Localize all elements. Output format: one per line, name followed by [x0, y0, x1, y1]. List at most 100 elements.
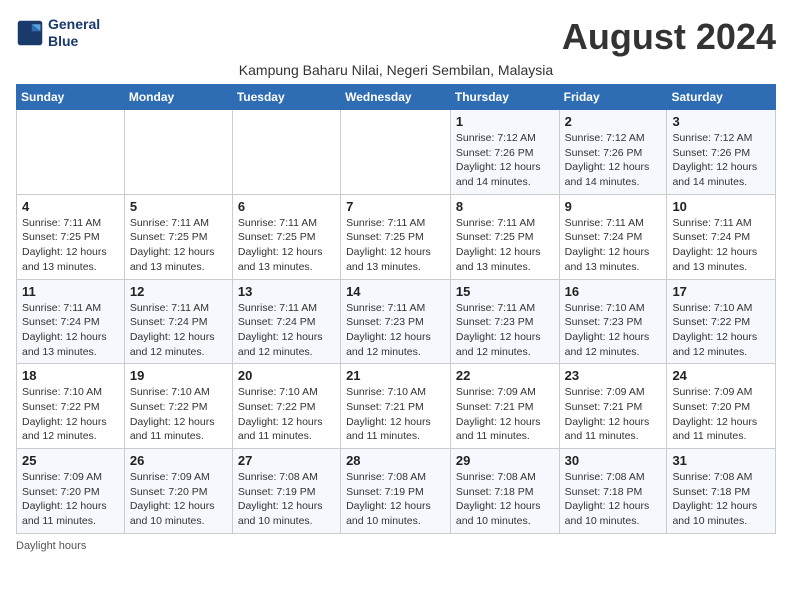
- day-info: Sunrise: 7:09 AMSunset: 7:20 PMDaylight:…: [130, 470, 227, 529]
- weekday-header-saturday: Saturday: [667, 85, 776, 110]
- weekday-header-sunday: Sunday: [17, 85, 125, 110]
- calendar-cell: 11Sunrise: 7:11 AMSunset: 7:24 PMDayligh…: [17, 279, 125, 364]
- day-info: Sunrise: 7:08 AMSunset: 7:18 PMDaylight:…: [565, 470, 662, 529]
- day-number: 31: [672, 453, 770, 468]
- calendar-cell: 7 Sunrise: 7:11 AMSunset: 7:25 PMDaylight…: [341, 194, 451, 279]
- day-number: 27: [238, 453, 335, 468]
- day-number: 3: [672, 114, 770, 129]
- logo: General Blue: [16, 16, 100, 50]
- day-info: Sunrise: 7:09 AMSunset: 7:20 PMDaylight:…: [22, 470, 119, 529]
- calendar-body: 1 Sunrise: 7:12 AMSunset: 7:26 PMDaylight…: [17, 110, 776, 534]
- calendar-cell: 14 Sunrise: 7:11 AMSunset: 7:23 PMDayligh…: [341, 279, 451, 364]
- weekday-header-friday: Friday: [559, 85, 667, 110]
- day-number: 12: [130, 284, 227, 299]
- calendar-week-row: 4 Sunrise: 7:11 AMSunset: 7:25 PMDaylight…: [17, 194, 776, 279]
- calendar-cell: 19 Sunrise: 7:10 AMSunset: 7:22 PMDayligh…: [124, 364, 232, 449]
- day-number: 6: [238, 199, 335, 214]
- calendar-header: SundayMondayTuesdayWednesdayThursdayFrid…: [17, 85, 776, 110]
- day-info: Sunrise: 7:11 AMSunset: 7:24 PMDaylight:…: [565, 216, 662, 275]
- calendar-cell: 12 Sunrise: 7:11 AMSunset: 7:24 PMDayligh…: [124, 279, 232, 364]
- day-number: 11: [22, 284, 119, 299]
- day-info: Sunrise: 7:11 AMSunset: 7:25 PMDaylight:…: [456, 216, 554, 275]
- calendar-cell: 9 Sunrise: 7:11 AMSunset: 7:24 PMDaylight…: [559, 194, 667, 279]
- calendar-cell: 27Sunrise: 7:08 AMSunset: 7:19 PMDayligh…: [232, 449, 340, 534]
- calendar-cell: [232, 110, 340, 195]
- day-info: Sunrise: 7:12 AMSunset: 7:26 PMDaylight:…: [565, 131, 662, 190]
- calendar-week-row: 25 Sunrise: 7:09 AMSunset: 7:20 PMDayligh…: [17, 449, 776, 534]
- day-number: 30: [565, 453, 662, 468]
- calendar-cell: 10Sunrise: 7:11 AMSunset: 7:24 PMDayligh…: [667, 194, 776, 279]
- weekday-header-row: SundayMondayTuesdayWednesdayThursdayFrid…: [17, 85, 776, 110]
- day-info: Sunrise: 7:11 AMSunset: 7:23 PMDaylight:…: [346, 301, 445, 360]
- calendar-cell: 20 Sunrise: 7:10 AMSunset: 7:22 PMDayligh…: [232, 364, 340, 449]
- day-info: Sunrise: 7:08 AMSunset: 7:18 PMDaylight:…: [456, 470, 554, 529]
- day-number: 28: [346, 453, 445, 468]
- calendar-cell: 24 Sunrise: 7:09 AMSunset: 7:20 PMDayligh…: [667, 364, 776, 449]
- calendar-week-row: 11 Sunrise: 7:11 AMSunset: 7:24 PMDayligh…: [17, 279, 776, 364]
- day-info: Sunrise: 7:11 AMSunset: 7:23 PMDaylight:…: [456, 301, 554, 360]
- day-info: Sunrise: 7:08 AMSunset: 7:18 PMDaylight:…: [672, 470, 770, 529]
- calendar-cell: 2Sunrise: 7:12 AMSunset: 7:26 PMDaylight…: [559, 110, 667, 195]
- day-info: Sunrise: 7:11 AMSunset: 7:25 PMDaylight:…: [130, 216, 227, 275]
- day-info: Sunrise: 7:11 AMSunset: 7:24 PMDaylight:…: [238, 301, 335, 360]
- day-info: Sunrise: 7:10 AMSunset: 7:22 PMDaylight:…: [672, 301, 770, 360]
- calendar-cell: 25 Sunrise: 7:09 AMSunset: 7:20 PMDayligh…: [17, 449, 125, 534]
- day-number: 10: [672, 199, 770, 214]
- day-info: Sunrise: 7:11 AMSunset: 7:25 PMDaylight:…: [22, 216, 119, 275]
- calendar-cell: [17, 110, 125, 195]
- day-number: 18: [22, 368, 119, 383]
- calendar-cell: 23 Sunrise: 7:09 AMSunset: 7:21 PMDayligh…: [559, 364, 667, 449]
- logo-icon: [16, 19, 44, 47]
- calendar-cell: 15 Sunrise: 7:11 AMSunset: 7:23 PMDayligh…: [450, 279, 559, 364]
- footer-note: Daylight hours: [16, 540, 776, 552]
- day-info: Sunrise: 7:10 AMSunset: 7:22 PMDaylight:…: [22, 385, 119, 444]
- calendar-week-row: 18 Sunrise: 7:10 AMSunset: 7:22 PMDayligh…: [17, 364, 776, 449]
- day-number: 15: [456, 284, 554, 299]
- day-number: 14: [346, 284, 445, 299]
- day-info: Sunrise: 7:08 AMSunset: 7:19 PMDaylight:…: [346, 470, 445, 529]
- calendar-cell: 16 Sunrise: 7:10 AMSunset: 7:23 PMDayligh…: [559, 279, 667, 364]
- day-info: Sunrise: 7:10 AMSunset: 7:22 PMDaylight:…: [238, 385, 335, 444]
- day-number: 5: [130, 199, 227, 214]
- calendar-cell: [341, 110, 451, 195]
- day-number: 8: [456, 199, 554, 214]
- page-header: General Blue August 2024: [16, 16, 776, 58]
- day-number: 23: [565, 368, 662, 383]
- calendar-cell: 29 Sunrise: 7:08 AMSunset: 7:18 PMDayligh…: [450, 449, 559, 534]
- weekday-header-thursday: Thursday: [450, 85, 559, 110]
- calendar-cell: 5 Sunrise: 7:11 AMSunset: 7:25 PMDaylight…: [124, 194, 232, 279]
- day-number: 16: [565, 284, 662, 299]
- day-number: 1: [456, 114, 554, 129]
- day-info: Sunrise: 7:11 AMSunset: 7:25 PMDaylight:…: [346, 216, 445, 275]
- day-number: 24: [672, 368, 770, 383]
- day-info: Sunrise: 7:09 AMSunset: 7:20 PMDaylight:…: [672, 385, 770, 444]
- day-info: Sunrise: 7:11 AMSunset: 7:24 PMDaylight:…: [130, 301, 227, 360]
- calendar-cell: 3 Sunrise: 7:12 AMSunset: 7:26 PMDaylight…: [667, 110, 776, 195]
- day-info: Sunrise: 7:12 AMSunset: 7:26 PMDaylight:…: [672, 131, 770, 190]
- calendar-cell: 26 Sunrise: 7:09 AMSunset: 7:20 PMDayligh…: [124, 449, 232, 534]
- day-number: 29: [456, 453, 554, 468]
- calendar-table: SundayMondayTuesdayWednesdayThursdayFrid…: [16, 84, 776, 534]
- calendar-cell: 22Sunrise: 7:09 AMSunset: 7:21 PMDayligh…: [450, 364, 559, 449]
- weekday-header-wednesday: Wednesday: [341, 85, 451, 110]
- day-info: Sunrise: 7:11 AMSunset: 7:25 PMDaylight:…: [238, 216, 335, 275]
- calendar-week-row: 1 Sunrise: 7:12 AMSunset: 7:26 PMDaylight…: [17, 110, 776, 195]
- day-number: 9: [565, 199, 662, 214]
- day-number: 7: [346, 199, 445, 214]
- calendar-cell: 28 Sunrise: 7:08 AMSunset: 7:19 PMDayligh…: [341, 449, 451, 534]
- day-info: Sunrise: 7:09 AMSunset: 7:21 PMDaylight:…: [565, 385, 662, 444]
- day-number: 21: [346, 368, 445, 383]
- day-info: Sunrise: 7:10 AMSunset: 7:23 PMDaylight:…: [565, 301, 662, 360]
- calendar-subtitle: Kampung Baharu Nilai, Negeri Sembilan, M…: [16, 62, 776, 78]
- day-number: 20: [238, 368, 335, 383]
- day-number: 26: [130, 453, 227, 468]
- day-number: 25: [22, 453, 119, 468]
- calendar-cell: 30 Sunrise: 7:08 AMSunset: 7:18 PMDayligh…: [559, 449, 667, 534]
- day-number: 4: [22, 199, 119, 214]
- calendar-cell: 6 Sunrise: 7:11 AMSunset: 7:25 PMDaylight…: [232, 194, 340, 279]
- day-info: Sunrise: 7:09 AMSunset: 7:21 PMDaylight:…: [456, 385, 554, 444]
- month-title: August 2024: [562, 16, 776, 58]
- day-info: Sunrise: 7:10 AMSunset: 7:22 PMDaylight:…: [130, 385, 227, 444]
- day-number: 13: [238, 284, 335, 299]
- day-number: 19: [130, 368, 227, 383]
